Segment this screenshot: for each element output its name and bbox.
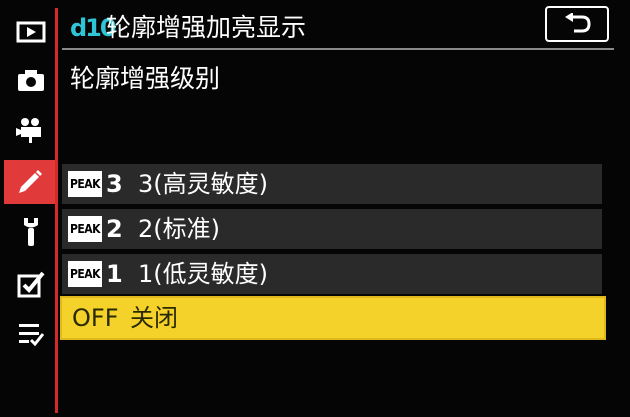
sidebar-item-movie-shooting[interactable] xyxy=(6,108,56,152)
return-arrow-icon xyxy=(565,13,591,33)
my-menu-icon xyxy=(19,324,45,347)
sidebar-item-photo-shooting[interactable] xyxy=(6,58,56,102)
option-peak-1[interactable]: PEAK 1 1(低灵敏度) xyxy=(62,254,602,294)
sidebar-item-my-menu[interactable] xyxy=(6,312,56,356)
peak-badge: PEAK xyxy=(68,261,102,287)
option-peak-3[interactable]: PEAK 3 3(高灵敏度) xyxy=(62,164,602,204)
sidebar-divider xyxy=(55,8,58,413)
option-off[interactable]: OFF 关闭 xyxy=(60,296,606,340)
option-peak-2[interactable]: PEAK 2 2(标准) xyxy=(62,209,602,249)
back-button[interactable] xyxy=(545,6,609,42)
playback-icon xyxy=(16,21,46,43)
option-label: 3(高灵敏度) xyxy=(138,170,268,198)
option-label: 1(低灵敏度) xyxy=(138,260,268,288)
sidebar-item-playback[interactable] xyxy=(6,10,56,54)
peak-level-number: 2 xyxy=(106,215,123,243)
menu-subtitle: 轮廓增强级别 xyxy=(70,64,221,93)
sidebar-item-custom-settings[interactable] xyxy=(4,160,56,204)
off-badge: OFF xyxy=(72,304,119,332)
wrench-icon xyxy=(24,218,38,246)
movie-camera-icon xyxy=(16,118,41,143)
page-title: 轮廓增强加亮显示 xyxy=(106,13,307,42)
pencil-icon xyxy=(19,170,42,193)
sidebar-item-retouch[interactable] xyxy=(6,262,56,306)
header-divider xyxy=(62,48,614,50)
sidebar-item-setup[interactable] xyxy=(6,210,56,254)
option-label: 2(标准) xyxy=(138,215,220,243)
checkbox-edit-icon xyxy=(17,271,45,298)
option-label: 关闭 xyxy=(130,304,178,332)
peak-badge: PEAK xyxy=(68,171,102,197)
peak-level-number: 1 xyxy=(106,260,123,288)
camera-icon xyxy=(18,70,44,91)
peak-level-number: 3 xyxy=(106,170,123,198)
camera-menu-screen: d10 轮廓增强加亮显示 轮廓增强级别 PEAK 3 3(高灵敏度) PEAK … xyxy=(0,0,630,417)
peak-badge: PEAK xyxy=(68,216,102,242)
menu-sidebar xyxy=(0,0,56,417)
